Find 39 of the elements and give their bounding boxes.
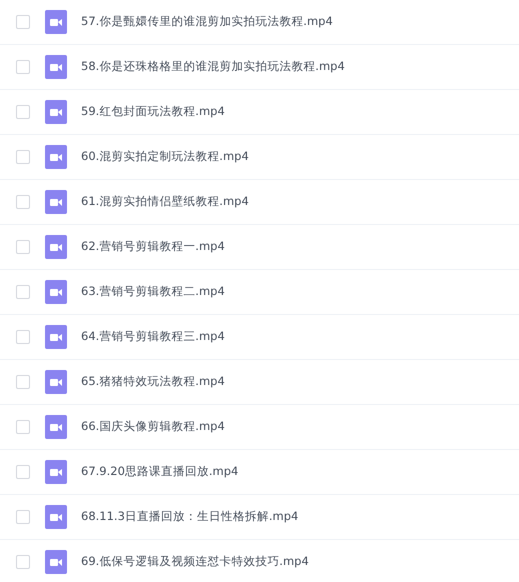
video-file-icon [45, 235, 67, 259]
checkbox[interactable] [16, 555, 30, 569]
checkbox[interactable] [16, 510, 30, 524]
video-file-icon [45, 325, 67, 349]
file-name[interactable]: 68.11.3日直播回放：生日性格拆解.mp4 [81, 508, 298, 526]
checkbox[interactable] [16, 15, 30, 29]
checkbox[interactable] [16, 150, 30, 164]
file-name[interactable]: 58.你是还珠格格里的谁混剪加实拍玩法教程.mp4 [81, 58, 345, 76]
file-name[interactable]: 61.混剪实拍情侣壁纸教程.mp4 [81, 193, 249, 211]
video-file-icon [45, 280, 67, 304]
checkbox[interactable] [16, 60, 30, 74]
video-file-icon [45, 460, 67, 484]
video-file-icon [45, 505, 67, 529]
video-file-icon [45, 100, 67, 124]
video-file-icon [45, 55, 67, 79]
video-file-icon [45, 145, 67, 169]
file-name[interactable]: 63.营销号剪辑教程二.mp4 [81, 283, 225, 301]
checkbox[interactable] [16, 195, 30, 209]
video-file-icon [45, 10, 67, 34]
video-file-icon [45, 550, 67, 574]
file-name[interactable]: 65.猪猪特效玩法教程.mp4 [81, 373, 225, 391]
checkbox[interactable] [16, 105, 30, 119]
checkbox[interactable] [16, 465, 30, 479]
file-name[interactable]: 59.红包封面玩法教程.mp4 [81, 103, 225, 121]
video-file-icon [45, 190, 67, 214]
checkbox[interactable] [16, 420, 30, 434]
checkbox[interactable] [16, 330, 30, 344]
checkbox[interactable] [16, 285, 30, 299]
file-name[interactable]: 69.低保号逻辑及视频连怼卡特效技巧.mp4 [81, 553, 309, 571]
file-name[interactable]: 66.国庆头像剪辑教程.mp4 [81, 418, 225, 436]
video-file-icon [45, 415, 67, 439]
checkbox[interactable] [16, 240, 30, 254]
checkbox[interactable] [16, 375, 30, 389]
file-name[interactable]: 57.你是甄嬛传里的谁混剪加实拍玩法教程.mp4 [81, 13, 333, 31]
video-file-icon [45, 370, 67, 394]
file-name[interactable]: 64.营销号剪辑教程三.mp4 [81, 328, 225, 346]
file-name[interactable]: 62.营销号剪辑教程一.mp4 [81, 238, 225, 256]
file-name[interactable]: 67.9.20思路课直播回放.mp4 [81, 463, 238, 481]
file-name[interactable]: 60.混剪实拍定制玩法教程.mp4 [81, 148, 249, 166]
